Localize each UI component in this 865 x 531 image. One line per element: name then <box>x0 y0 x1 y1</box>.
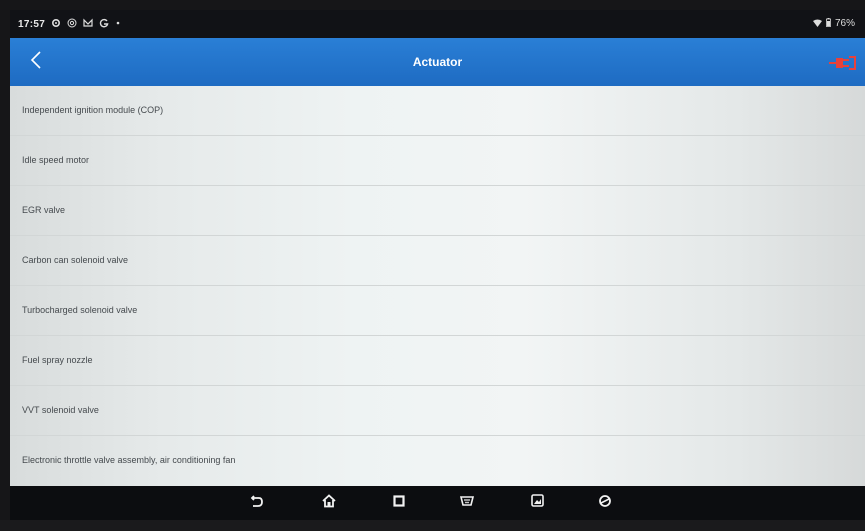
list-item[interactable]: Carbon can solenoid valve <box>10 236 865 286</box>
vci-icon <box>459 494 475 512</box>
status-right: 76% <box>812 18 855 30</box>
mail-icon <box>83 18 93 31</box>
page-title: Actuator <box>412 55 463 69</box>
diagnostics-icon <box>598 494 612 513</box>
nav-recent-apps-button[interactable] <box>388 492 410 514</box>
nav-back-button[interactable] <box>246 492 268 514</box>
app-bar: Actuator <box>10 38 865 86</box>
wifi-icon <box>812 19 822 30</box>
list-item[interactable]: VVT solenoid valve <box>10 386 865 436</box>
list-item-label: Independent ignition module (COP) <box>22 105 164 115</box>
list-item-label: Fuel spray nozzle <box>22 355 93 365</box>
at-sign-icon <box>67 18 77 31</box>
battery-percent: 76% <box>834 18 855 29</box>
battery-icon <box>826 18 831 30</box>
list-item[interactable]: Fuel spray nozzle <box>10 336 865 386</box>
vci-connected-icon[interactable] <box>829 52 857 72</box>
settings-icon <box>51 18 61 31</box>
list-item-label: EGR valve <box>22 205 66 215</box>
list-item-label: Carbon can solenoid valve <box>22 255 129 265</box>
system-nav-bar <box>10 486 865 520</box>
status-left: 17:57 <box>18 18 121 31</box>
recent-apps-icon <box>393 494 405 512</box>
list-item[interactable]: Electronic throttle valve assembly, air … <box>10 436 865 485</box>
back-icon <box>250 494 264 513</box>
list-item[interactable]: Idle speed motor <box>10 136 865 186</box>
list-item-label: Turbocharged solenoid valve <box>22 305 138 315</box>
list-item[interactable]: Turbocharged solenoid valve <box>10 286 865 336</box>
tablet-screen: 17:57 76% Actuator Independent ignition … <box>10 10 865 520</box>
screenshot-icon <box>530 494 544 512</box>
device-frame: 17:57 76% Actuator Independent ignition … <box>0 0 865 531</box>
device-bezel <box>0 520 865 531</box>
list-item-label: VVT solenoid valve <box>22 405 99 415</box>
list-item-label: Electronic throttle valve assembly, air … <box>22 455 236 465</box>
nav-vci-button[interactable] <box>456 492 478 514</box>
back-button[interactable] <box>20 46 52 78</box>
status-bar: 17:57 76% <box>10 10 865 38</box>
back-chevron-icon <box>30 50 42 74</box>
nav-diagnostics-button[interactable] <box>594 492 616 514</box>
status-time: 17:57 <box>18 19 46 30</box>
list-item[interactable]: Independent ignition module (COP) <box>10 86 865 136</box>
list-item[interactable]: EGR valve <box>10 186 865 236</box>
google-g-icon <box>99 18 109 31</box>
nav-home-button[interactable] <box>318 492 340 514</box>
dot-icon <box>115 18 121 31</box>
actuator-list: Independent ignition module (COP) Idle s… <box>10 86 865 486</box>
nav-screenshot-button[interactable] <box>526 492 548 514</box>
list-item-label: Idle speed motor <box>22 155 90 165</box>
home-icon <box>322 493 336 513</box>
